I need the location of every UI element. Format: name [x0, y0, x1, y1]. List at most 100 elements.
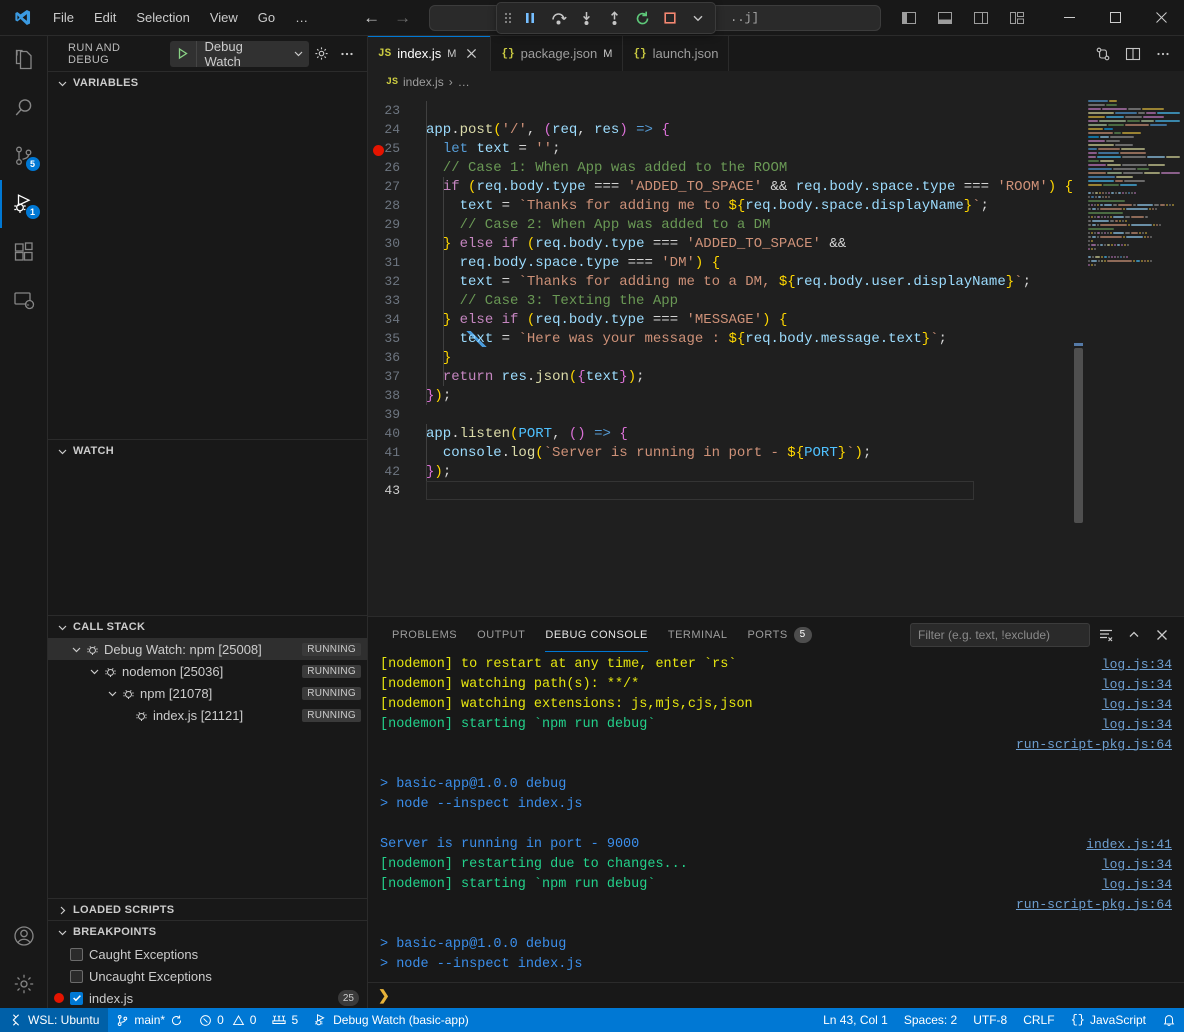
chevron-down-icon[interactable] — [288, 48, 309, 59]
status-debug-session[interactable]: Debug Watch (basic-app) — [306, 1008, 477, 1032]
editor-scrollbar[interactable] — [1074, 93, 1084, 616]
code-line[interactable]: 30 } else if (req.body.type === 'ADDED_T… — [368, 234, 1084, 253]
console-row[interactable]: [nodemon] restarting due to changes...lo… — [368, 854, 1184, 874]
status-encoding[interactable]: UTF-8 — [965, 1008, 1015, 1032]
console-row[interactable]: > basic-app@1.0.0 debug — [368, 934, 1184, 954]
code-line[interactable]: 29 // Case 2: When App was added to a DM — [368, 215, 1084, 234]
code-line[interactable]: 28 text = `Thanks for adding me to ${req… — [368, 196, 1084, 215]
code-line[interactable]: 34 } else if (req.body.type === 'MESSAGE… — [368, 310, 1084, 329]
chevron-down-icon[interactable] — [104, 688, 120, 699]
minimap[interactable] — [1084, 93, 1184, 616]
panel-tab-debug-console[interactable]: DEBUG CONSOLE — [535, 617, 657, 652]
callstack-row[interactable]: index.js [21121] RUNNING — [48, 704, 367, 726]
tab-launch-json[interactable]: {} launch.json — [623, 36, 729, 71]
variables-list[interactable] — [48, 94, 367, 439]
start-debugging-icon[interactable] — [170, 41, 196, 67]
menu-more[interactable]: … — [286, 7, 317, 28]
callstack-list[interactable]: Debug Watch: npm [25008] RUNNING nodemon… — [48, 638, 367, 898]
restart-button[interactable] — [629, 5, 655, 31]
customize-layout-icon[interactable] — [1002, 5, 1032, 31]
debug-console-input[interactable]: ❯ — [368, 982, 1184, 1008]
console-row[interactable]: > node --inspect index.js — [368, 954, 1184, 974]
code-line[interactable]: 25 let text = ''; — [368, 139, 1084, 158]
console-source-link[interactable]: index.js:41 — [1086, 837, 1172, 852]
toggle-secondary-sidebar-icon[interactable] — [966, 5, 996, 31]
status-indentation[interactable]: Spaces: 2 — [896, 1008, 965, 1032]
console-row[interactable]: [nodemon] watching extensions: js,mjs,cj… — [368, 694, 1184, 714]
console-filter-input[interactable]: Filter (e.g. text, !exclude) — [910, 623, 1090, 647]
window-maximize-button[interactable] — [1092, 0, 1138, 36]
code-line[interactable]: 36 } — [368, 348, 1084, 367]
section-header-loaded-scripts[interactable]: LOADED SCRIPTS — [48, 899, 367, 921]
menu-file[interactable]: File — [44, 7, 83, 28]
go-back-icon[interactable]: ← — [363, 9, 380, 26]
menu-selection[interactable]: Selection — [127, 7, 198, 28]
console-source-link[interactable]: log.js:34 — [1102, 857, 1172, 872]
status-remote-host[interactable]: WSL: Ubuntu — [0, 1008, 108, 1032]
chevron-down-icon[interactable] — [86, 666, 102, 677]
close-panel-icon[interactable] — [1150, 623, 1174, 647]
tab-package-json[interactable]: {} package.json M — [491, 36, 623, 71]
activitybar-item-search[interactable] — [0, 84, 48, 132]
code-line[interactable]: 31 req.body.space.type === 'DM') { — [368, 253, 1084, 272]
callstack-row[interactable]: npm [21078] RUNNING — [48, 682, 367, 704]
panel-tab-output[interactable]: OUTPUT — [467, 617, 535, 652]
console-row[interactable] — [368, 974, 1184, 982]
console-row[interactable] — [368, 914, 1184, 934]
console-row[interactable] — [368, 814, 1184, 834]
step-out-button[interactable] — [601, 5, 627, 31]
maximize-panel-icon[interactable] — [1122, 623, 1146, 647]
code-lines[interactable]: 2324app.post('/', (req, res) => {25 let … — [368, 93, 1084, 616]
activitybar-item-manage[interactable] — [0, 960, 48, 1008]
toggle-primary-sidebar-icon[interactable] — [894, 5, 924, 31]
code-line[interactable]: 37 return res.json({text}); — [368, 367, 1084, 386]
stop-button[interactable] — [657, 5, 683, 31]
console-source-link[interactable]: run-script-pkg.js:64 — [1016, 897, 1172, 912]
console-row[interactable]: [nodemon] starting `npm run debug`log.js… — [368, 714, 1184, 734]
status-ports[interactable]: 5 — [264, 1008, 306, 1032]
section-header-watch[interactable]: WATCH — [48, 440, 367, 462]
editor-more-actions-icon[interactable] — [1150, 41, 1176, 67]
console-source-link[interactable]: log.js:34 — [1102, 877, 1172, 892]
code-line[interactable]: 32 text = `Thanks for adding me to a DM,… — [368, 272, 1084, 291]
drag-handle-icon[interactable] — [501, 5, 515, 31]
activitybar-item-extensions[interactable] — [0, 228, 48, 276]
breakpoint-checkbox[interactable] — [70, 992, 83, 1005]
console-row[interactable]: [nodemon] watching path(s): **/*log.js:3… — [368, 674, 1184, 694]
section-header-breakpoints[interactable]: BREAKPOINTS — [48, 921, 367, 943]
breakpoint-row[interactable]: Uncaught Exceptions — [48, 965, 367, 987]
breakpoint-row[interactable]: index.js 25 — [48, 987, 367, 1008]
console-row[interactable] — [368, 754, 1184, 774]
breakpoint-row[interactable]: Caught Exceptions — [48, 943, 367, 965]
sidebar-more-actions-icon[interactable] — [335, 42, 359, 66]
menu-go[interactable]: Go — [249, 7, 284, 28]
status-eol[interactable]: CRLF — [1015, 1008, 1062, 1032]
panel-tab-problems[interactable]: PROBLEMS — [382, 617, 467, 652]
breakpoint-glyph-icon[interactable] — [373, 145, 384, 156]
breakpoint-checkbox[interactable] — [70, 970, 83, 983]
code-line[interactable]: 38}); — [368, 386, 1084, 405]
console-source-link[interactable]: log.js:34 — [1102, 677, 1172, 692]
status-problems[interactable]: 0 0 — [191, 1008, 264, 1032]
code-area[interactable]: 2324app.post('/', (req, res) => {25 let … — [368, 93, 1084, 616]
chevron-down-icon[interactable] — [68, 644, 84, 655]
console-source-link[interactable]: log.js:34 — [1102, 657, 1172, 672]
status-cursor-position[interactable]: Ln 43, Col 1 — [815, 1008, 896, 1032]
breadcrumb-rest[interactable]: … — [458, 75, 470, 89]
code-line[interactable]: 41 console.log(`Server is running in por… — [368, 443, 1084, 462]
section-header-callstack[interactable]: CALL STACK — [48, 616, 367, 638]
code-line[interactable]: 39 — [368, 405, 1084, 424]
debug-configuration-selector[interactable]: Debug Watch — [170, 41, 309, 67]
console-row[interactable]: > basic-app@1.0.0 debug — [368, 774, 1184, 794]
status-branch[interactable]: main* — [108, 1008, 191, 1032]
console-row[interactable]: [nodemon] to restart at any time, enter … — [368, 654, 1184, 674]
activitybar-item-run-and-debug[interactable]: 1 — [0, 180, 48, 228]
code-line[interactable]: 24app.post('/', (req, res) => { — [368, 120, 1084, 139]
console-row[interactable]: run-script-pkg.js:64 — [368, 734, 1184, 754]
console-row[interactable]: [nodemon] starting `npm run debug`log.js… — [368, 874, 1184, 894]
breadcrumb-file[interactable]: index.js — [403, 75, 444, 89]
editor-scrollbar-thumb[interactable] — [1074, 348, 1083, 523]
console-row[interactable]: Server is running in port - 9000index.js… — [368, 834, 1184, 854]
activitybar-item-accounts[interactable] — [0, 912, 48, 960]
pause-button[interactable] — [517, 5, 543, 31]
